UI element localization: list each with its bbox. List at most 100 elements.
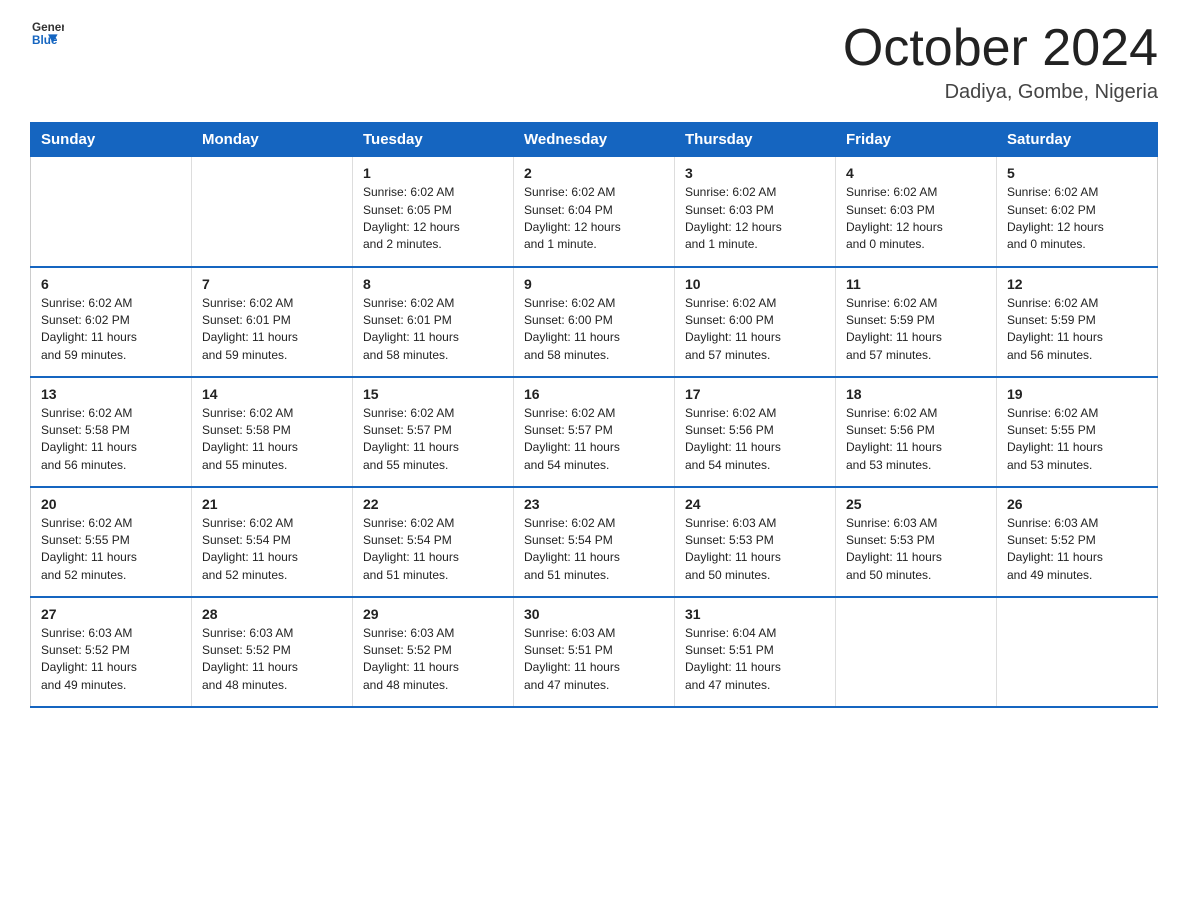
calendar-cell: 26 Sunrise: 6:03 AM Sunset: 5:52 PM Dayli… [997,487,1158,597]
day-number: 29 [363,606,503,622]
day-number: 24 [685,496,825,512]
calendar-cell: 7 Sunrise: 6:02 AM Sunset: 6:01 PM Daylig… [192,267,353,377]
logo: General Blue [30,20,64,53]
calendar-week-row: 6Sunrise: 6:02 AM Sunset: 6:02 PM Daylig… [31,267,1158,377]
day-number: 26 [1007,496,1147,512]
day-info: Sunrise: 6:03 AM Sunset: 5:52 PM Dayligh… [202,625,342,695]
calendar-cell: 8Sunrise: 6:02 AM Sunset: 6:01 PM Daylig… [353,267,514,377]
calendar-week-row: 27 Sunrise: 6:03 AM Sunset: 5:52 PM Dayli… [31,597,1158,707]
day-info: Sunrise: 6:02 AM Sunset: 6:03 PM Dayligh… [685,184,825,254]
day-number: 13 [41,386,181,402]
weekday-header-sunday: Sunday [31,123,192,157]
day-info: Sunrise: 6:03 AM Sunset: 5:51 PM Dayligh… [524,625,664,695]
day-info: Sunrise: 6:02 AM Sunset: 6:00 PM Dayligh… [524,295,664,365]
day-info: Sunrise: 6:02 AM Sunset: 5:59 PM Dayligh… [1007,295,1147,365]
day-info: Sunrise: 6:02 AM Sunset: 5:54 PM Dayligh… [524,515,664,585]
calendar-cell [836,597,997,707]
day-number: 21 [202,496,342,512]
day-number: 9 [524,276,664,292]
calendar-cell: 27 Sunrise: 6:03 AM Sunset: 5:52 PM Dayli… [31,597,192,707]
day-number: 22 [363,496,503,512]
weekday-header-tuesday: Tuesday [353,123,514,157]
day-number: 15 [363,386,503,402]
calendar-cell: 6Sunrise: 6:02 AM Sunset: 6:02 PM Daylig… [31,267,192,377]
calendar-table: SundayMondayTuesdayWednesdayThursdayFrid… [30,122,1158,708]
day-number: 6 [41,276,181,292]
calendar-cell: 4 Sunrise: 6:02 AM Sunset: 6:03 PM Daylig… [836,157,997,267]
calendar-cell: 10Sunrise: 6:02 AM Sunset: 6:00 PM Dayli… [675,267,836,377]
calendar-cell: 31 Sunrise: 6:04 AM Sunset: 5:51 PM Dayli… [675,597,836,707]
svg-text:Blue: Blue [32,34,58,47]
calendar-cell: 3 Sunrise: 6:02 AM Sunset: 6:03 PM Daylig… [675,157,836,267]
day-info: Sunrise: 6:03 AM Sunset: 5:53 PM Dayligh… [685,515,825,585]
calendar-cell: 15 Sunrise: 6:02 AM Sunset: 5:57 PM Dayli… [353,377,514,487]
calendar-cell: 30 Sunrise: 6:03 AM Sunset: 5:51 PM Dayli… [514,597,675,707]
calendar-cell: 18 Sunrise: 6:02 AM Sunset: 5:56 PM Dayli… [836,377,997,487]
day-number: 11 [846,276,986,292]
day-info: Sunrise: 6:02 AM Sunset: 5:56 PM Dayligh… [846,405,986,475]
day-number: 3 [685,165,825,181]
day-info: Sunrise: 6:02 AM Sunset: 5:54 PM Dayligh… [202,515,342,585]
calendar-week-row: 1Sunrise: 6:02 AM Sunset: 6:05 PM Daylig… [31,157,1158,267]
day-number: 4 [846,165,986,181]
day-info: Sunrise: 6:02 AM Sunset: 6:05 PM Dayligh… [363,184,503,254]
day-number: 5 [1007,165,1147,181]
day-info: Sunrise: 6:02 AM Sunset: 6:03 PM Dayligh… [846,184,986,254]
day-info: Sunrise: 6:02 AM Sunset: 5:55 PM Dayligh… [41,515,181,585]
calendar-cell: 11Sunrise: 6:02 AM Sunset: 5:59 PM Dayli… [836,267,997,377]
calendar-cell: 25 Sunrise: 6:03 AM Sunset: 5:53 PM Dayli… [836,487,997,597]
day-info: Sunrise: 6:02 AM Sunset: 5:57 PM Dayligh… [524,405,664,475]
location: Dadiya, Gombe, Nigeria [843,81,1158,104]
day-info: Sunrise: 6:02 AM Sunset: 5:57 PM Dayligh… [363,405,503,475]
calendar-cell: 22 Sunrise: 6:02 AM Sunset: 5:54 PM Dayli… [353,487,514,597]
title-block: October 2024 Dadiya, Gombe, Nigeria [843,20,1158,104]
calendar-cell: 21 Sunrise: 6:02 AM Sunset: 5:54 PM Dayli… [192,487,353,597]
weekday-header-wednesday: Wednesday [514,123,675,157]
weekday-header-monday: Monday [192,123,353,157]
calendar-cell: 17 Sunrise: 6:02 AM Sunset: 5:56 PM Dayli… [675,377,836,487]
day-info: Sunrise: 6:03 AM Sunset: 5:52 PM Dayligh… [1007,515,1147,585]
calendar-week-row: 13 Sunrise: 6:02 AM Sunset: 5:58 PM Dayli… [31,377,1158,487]
day-info: Sunrise: 6:02 AM Sunset: 5:54 PM Dayligh… [363,515,503,585]
day-number: 7 [202,276,342,292]
calendar-cell: 2 Sunrise: 6:02 AM Sunset: 6:04 PM Daylig… [514,157,675,267]
day-number: 31 [685,606,825,622]
day-number: 2 [524,165,664,181]
calendar-cell: 20 Sunrise: 6:02 AM Sunset: 5:55 PM Dayli… [31,487,192,597]
calendar-cell: 12Sunrise: 6:02 AM Sunset: 5:59 PM Dayli… [997,267,1158,377]
day-info: Sunrise: 6:02 AM Sunset: 5:58 PM Dayligh… [202,405,342,475]
day-number: 14 [202,386,342,402]
calendar-cell: 24 Sunrise: 6:03 AM Sunset: 5:53 PM Dayli… [675,487,836,597]
day-info: Sunrise: 6:03 AM Sunset: 5:52 PM Dayligh… [41,625,181,695]
day-number: 25 [846,496,986,512]
calendar-cell: 19Sunrise: 6:02 AM Sunset: 5:55 PM Dayli… [997,377,1158,487]
day-info: Sunrise: 6:03 AM Sunset: 5:53 PM Dayligh… [846,515,986,585]
calendar-cell: 14 Sunrise: 6:02 AM Sunset: 5:58 PM Dayli… [192,377,353,487]
day-info: Sunrise: 6:02 AM Sunset: 6:04 PM Dayligh… [524,184,664,254]
calendar-week-row: 20 Sunrise: 6:02 AM Sunset: 5:55 PM Dayli… [31,487,1158,597]
day-info: Sunrise: 6:02 AM Sunset: 5:58 PM Dayligh… [41,405,181,475]
day-info: Sunrise: 6:02 AM Sunset: 6:01 PM Dayligh… [202,295,342,365]
calendar-cell: 16 Sunrise: 6:02 AM Sunset: 5:57 PM Dayli… [514,377,675,487]
day-number: 18 [846,386,986,402]
weekday-header-row: SundayMondayTuesdayWednesdayThursdayFrid… [31,123,1158,157]
month-title: October 2024 [843,20,1158,77]
calendar-cell [997,597,1158,707]
calendar-cell: 5 Sunrise: 6:02 AM Sunset: 6:02 PM Daylig… [997,157,1158,267]
day-number: 27 [41,606,181,622]
calendar-cell: 23Sunrise: 6:02 AM Sunset: 5:54 PM Dayli… [514,487,675,597]
weekday-header-friday: Friday [836,123,997,157]
day-info: Sunrise: 6:03 AM Sunset: 5:52 PM Dayligh… [363,625,503,695]
day-info: Sunrise: 6:02 AM Sunset: 6:01 PM Dayligh… [363,295,503,365]
day-info: Sunrise: 6:02 AM Sunset: 6:02 PM Dayligh… [1007,184,1147,254]
calendar-cell: 9 Sunrise: 6:02 AM Sunset: 6:00 PM Daylig… [514,267,675,377]
day-number: 20 [41,496,181,512]
day-number: 16 [524,386,664,402]
calendar-cell [192,157,353,267]
day-number: 30 [524,606,664,622]
svg-text:General: General [32,21,64,34]
day-info: Sunrise: 6:04 AM Sunset: 5:51 PM Dayligh… [685,625,825,695]
calendar-cell: 1Sunrise: 6:02 AM Sunset: 6:05 PM Daylig… [353,157,514,267]
day-info: Sunrise: 6:02 AM Sunset: 5:56 PM Dayligh… [685,405,825,475]
day-number: 17 [685,386,825,402]
